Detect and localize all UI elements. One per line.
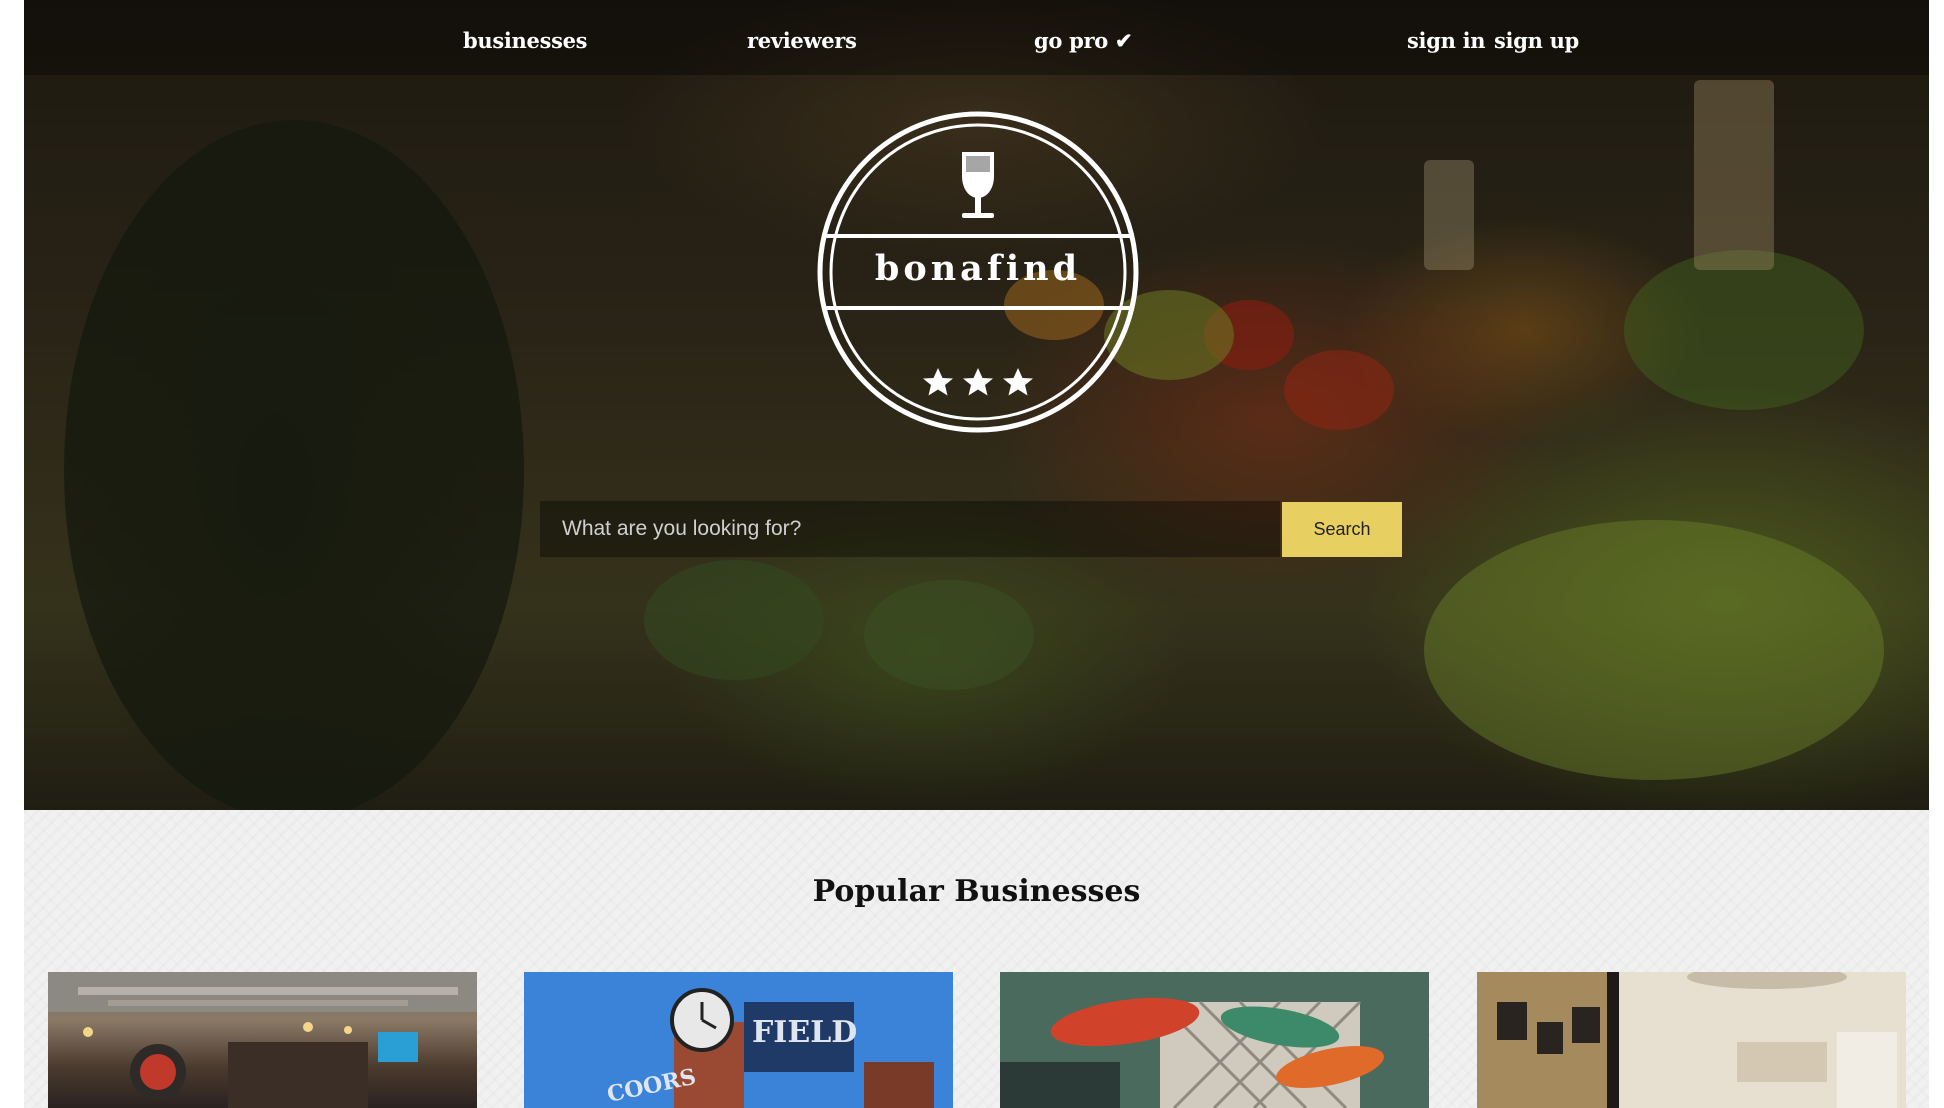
nav-sign-up-link[interactable]: sign up <box>1494 28 1579 53</box>
wine-glass-icon <box>962 152 994 218</box>
search-button[interactable]: Search <box>1282 502 1402 557</box>
bar-interior-image <box>1000 972 1429 1108</box>
restaurant-interior-image <box>48 972 477 1108</box>
cafe-interior-image <box>1477 972 1906 1108</box>
business-card-restaurant[interactable] <box>48 972 477 1108</box>
top-navbar: businesses reviewers go pro ✔ sign in si… <box>24 0 1929 75</box>
logo-brand-name: bonafind <box>874 248 1082 289</box>
nav-reviewers-link[interactable]: reviewers <box>747 28 857 53</box>
nav-businesses-link[interactable]: businesses <box>463 28 588 53</box>
nav-sign-in-link[interactable]: sign in <box>1407 28 1486 53</box>
business-card-stadium[interactable]: FIELD COORS <box>524 972 953 1108</box>
hero-banner: businesses reviewers go pro ✔ sign in si… <box>24 0 1929 810</box>
search-bar <box>540 501 1280 557</box>
business-card-bar[interactable] <box>1000 972 1429 1108</box>
business-card-cafe[interactable] <box>1477 972 1906 1108</box>
nav-go-pro-link[interactable]: go pro ✔ <box>1034 28 1133 53</box>
popular-businesses-section: Popular Businesses FIELD COORS <box>24 810 1929 1108</box>
rating-stars-icon <box>923 368 1033 396</box>
page: businesses reviewers go pro ✔ sign in si… <box>24 0 1929 1108</box>
section-title: Popular Businesses <box>812 874 1141 909</box>
stadium-sign-text: FIELD <box>752 1015 857 1050</box>
coors-field-image: FIELD COORS <box>524 972 953 1108</box>
bonafind-logo[interactable]: bonafind <box>816 110 1140 434</box>
search-input[interactable] <box>540 501 1280 557</box>
